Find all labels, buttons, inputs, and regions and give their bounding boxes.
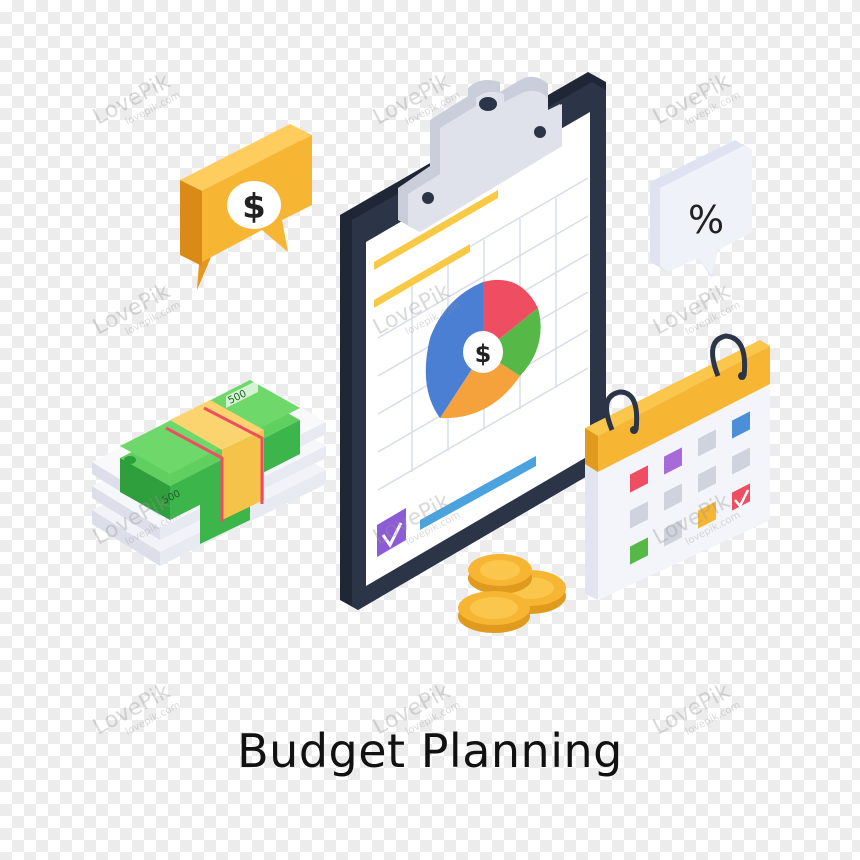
caption-title: Budget Planning [237, 724, 623, 778]
gold-coins-icon [458, 554, 566, 633]
pie-dollar-icon: $ [475, 340, 492, 368]
dollar-icon: $ [242, 187, 266, 227]
calendar-icon [585, 333, 770, 600]
percent-icon: % [688, 198, 724, 242]
percent-chat-bubble-icon: % [650, 140, 752, 278]
money-stack-icon: 500 500 [92, 380, 326, 566]
dollar-chat-bubble-icon: $ [180, 124, 312, 290]
